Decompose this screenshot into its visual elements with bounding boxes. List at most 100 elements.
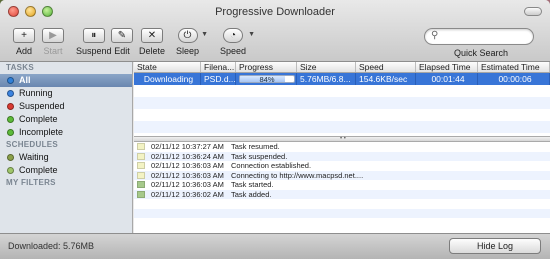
cell-speed: 154.6KB/sec bbox=[356, 73, 416, 85]
log-status-icon bbox=[137, 171, 145, 179]
app-window: Progressive Downloader + Add ▶ Start ⏸ S… bbox=[0, 0, 550, 259]
downloaded-status: Downloaded: 5.76MB bbox=[8, 241, 95, 251]
play-icon: ▶ bbox=[42, 28, 64, 43]
log-entry: 02/11/12 10:36:02 AM Task added. bbox=[134, 189, 550, 199]
sleep-label: Sleep bbox=[176, 46, 200, 56]
log-entry: 02/11/12 10:36:03 AM Task started. bbox=[134, 180, 550, 190]
log-status-icon bbox=[137, 152, 145, 160]
sleep-button[interactable]: ⏻ ▼ Sleep bbox=[176, 28, 208, 56]
add-label: Add bbox=[15, 46, 32, 56]
column-header-speed[interactable]: Speed bbox=[356, 62, 416, 72]
cell-state: Downloading bbox=[134, 73, 201, 85]
add-button[interactable]: + Add bbox=[13, 28, 35, 56]
sidebar-item-running[interactable]: Running bbox=[0, 87, 132, 100]
log-message: Task added. bbox=[231, 189, 272, 199]
sidebar-item-all[interactable]: All bbox=[0, 74, 132, 87]
sidebar-item-suspended[interactable]: Suspended bbox=[0, 100, 132, 113]
sidebar: TASKS All Running Suspended Complete Inc… bbox=[0, 62, 133, 233]
log-time: 02/11/12 10:36:24 AM bbox=[151, 151, 224, 161]
column-header-estimated[interactable]: Estimated Time bbox=[478, 62, 550, 72]
sidebar-item-schedule-complete[interactable]: Complete bbox=[0, 164, 132, 177]
table-header: State Filena... Progress Size Speed Elap… bbox=[134, 62, 550, 73]
start-label: Start bbox=[43, 46, 63, 56]
log-time: 02/11/12 10:36:03 AM bbox=[151, 161, 224, 171]
search-label: Quick Search bbox=[454, 48, 509, 58]
add-icon: + bbox=[13, 28, 35, 43]
column-header-state[interactable]: State bbox=[134, 62, 201, 72]
sidebar-item-label: Complete bbox=[19, 114, 58, 124]
log-entry-empty bbox=[134, 208, 550, 218]
search-input[interactable]: ⚲ bbox=[424, 28, 534, 45]
log-status-icon bbox=[137, 143, 145, 151]
running-status-icon bbox=[7, 90, 14, 97]
power-icon: ⏻ bbox=[177, 28, 198, 43]
schedule-complete-icon bbox=[7, 167, 14, 174]
log-message: Connecting to http://www.macpsd.net.... bbox=[231, 170, 364, 180]
speedometer-icon: ◔ bbox=[223, 28, 244, 43]
table-row[interactable]: Downloading PSD.d... 84% 5.76MB/6.8... 1… bbox=[134, 73, 550, 85]
search-icon: ⚲ bbox=[431, 30, 439, 41]
cell-filename: PSD.d... bbox=[201, 73, 236, 85]
log-entry: 02/11/12 10:36:03 AM Connecting to http:… bbox=[134, 170, 550, 180]
suspend-button[interactable]: ⏸ Suspend bbox=[76, 28, 112, 56]
sidebar-item-incomplete[interactable]: Incomplete bbox=[0, 126, 132, 139]
table-row-empty bbox=[134, 121, 550, 133]
sidebar-item-label: Waiting bbox=[19, 152, 49, 162]
edit-label: Edit bbox=[114, 46, 130, 56]
delete-icon: ✕ bbox=[141, 28, 163, 43]
hide-log-button[interactable]: Hide Log bbox=[449, 238, 541, 254]
log-message: Task resumed. bbox=[231, 142, 280, 152]
tasks-section-header: TASKS bbox=[6, 63, 35, 72]
log-status-icon bbox=[137, 162, 145, 170]
delete-label: Delete bbox=[139, 46, 166, 56]
log-pane: 02/11/12 10:37:27 AM Task resumed. 02/11… bbox=[134, 142, 550, 233]
cell-progress: 84% bbox=[236, 73, 297, 85]
speed-label: Speed bbox=[220, 46, 247, 56]
progress-text: 84% bbox=[259, 75, 275, 83]
log-status-icon bbox=[137, 190, 145, 198]
progress-bar: 84% bbox=[239, 75, 295, 83]
log-status-icon bbox=[137, 181, 145, 189]
sidebar-item-label: Running bbox=[19, 88, 53, 98]
log-entry: 02/11/12 10:36:24 AM Task suspended. bbox=[134, 151, 550, 161]
log-time: 02/11/12 10:36:03 AM bbox=[151, 170, 224, 180]
pause-icon: ⏸ bbox=[82, 28, 105, 43]
incomplete-status-icon bbox=[7, 129, 14, 136]
log-message: Task suspended. bbox=[231, 151, 288, 161]
sidebar-item-waiting[interactable]: Waiting bbox=[0, 151, 132, 164]
edit-button[interactable]: ✎ Edit bbox=[111, 28, 133, 56]
column-header-progress[interactable]: Progress bbox=[236, 62, 297, 72]
speed-button[interactable]: ◔ ▼ Speed bbox=[220, 28, 255, 56]
schedules-section-header: SCHEDULES bbox=[6, 140, 59, 149]
window-title: Progressive Downloader bbox=[215, 6, 335, 18]
chevron-down-icon: ▼ bbox=[201, 31, 209, 38]
log-message: Task started. bbox=[231, 180, 274, 190]
log-message: Connection established. bbox=[231, 161, 312, 171]
suspended-status-icon bbox=[7, 103, 14, 110]
table-row-empty bbox=[134, 97, 550, 109]
start-button[interactable]: ▶ Start bbox=[42, 28, 64, 56]
suspend-label: Suspend bbox=[76, 46, 112, 56]
sidebar-item-label: Incomplete bbox=[19, 127, 64, 137]
delete-button[interactable]: ✕ Delete bbox=[139, 28, 165, 56]
toolbar-toggle-button[interactable] bbox=[524, 7, 542, 16]
task-table: State Filena... Progress Size Speed Elap… bbox=[134, 62, 550, 136]
column-header-filename[interactable]: Filena... bbox=[201, 62, 236, 72]
complete-status-icon bbox=[7, 116, 14, 123]
sidebar-item-complete[interactable]: Complete bbox=[0, 113, 132, 126]
table-row-empty bbox=[134, 109, 550, 121]
sidebar-item-label: Complete bbox=[19, 165, 58, 175]
log-time: 02/11/12 10:36:03 AM bbox=[151, 180, 224, 190]
column-header-elapsed[interactable]: Elapsed Time bbox=[416, 62, 478, 72]
log-entry-empty bbox=[134, 199, 550, 209]
log-time: 02/11/12 10:37:27 AM bbox=[151, 142, 224, 152]
status-bar: Downloaded: 5.76MB Hide Log bbox=[0, 233, 550, 259]
filters-section-header: MY FILTERS bbox=[6, 178, 56, 187]
column-header-size[interactable]: Size bbox=[297, 62, 356, 72]
sidebar-item-label: All bbox=[19, 75, 31, 85]
sidebar-item-label: Suspended bbox=[19, 101, 65, 111]
chevron-down-icon: ▼ bbox=[248, 31, 256, 38]
waiting-status-icon bbox=[7, 154, 14, 161]
log-entry-empty bbox=[134, 218, 550, 228]
cell-size: 5.76MB/6.8... bbox=[297, 73, 356, 85]
